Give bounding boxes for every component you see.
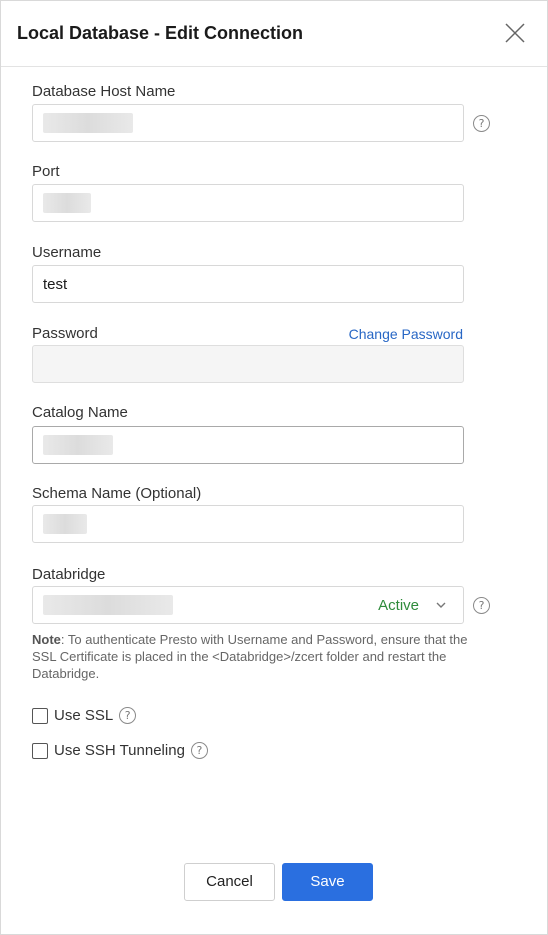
dialog-header: Local Database - Edit Connection	[1, 1, 547, 67]
databridge-help-icon[interactable]: ?	[473, 597, 490, 614]
schema-input[interactable]	[32, 505, 464, 543]
use-ssh-option: Use SSH Tunneling ?	[32, 742, 208, 759]
username-input[interactable]: test	[32, 265, 464, 303]
use-ssh-checkbox[interactable]	[32, 742, 48, 759]
presto-note: Note: To authenticate Presto with Userna…	[32, 631, 472, 682]
redacted-value	[43, 435, 113, 455]
note-prefix: Note	[32, 632, 61, 647]
username-label: Username	[32, 244, 102, 261]
username-value: test	[43, 276, 68, 293]
use-ssh-label[interactable]: Use SSH Tunneling	[54, 742, 185, 759]
redacted-value	[43, 193, 91, 213]
redacted-value	[43, 113, 133, 133]
dialog-title: Local Database - Edit Connection	[17, 23, 304, 43]
cancel-button[interactable]: Cancel	[184, 863, 275, 901]
password-input	[32, 345, 464, 383]
use-ssl-label[interactable]: Use SSL	[54, 707, 113, 724]
databridge-select[interactable]: Active	[32, 586, 464, 624]
ssl-help-icon[interactable]: ?	[119, 707, 137, 724]
port-label: Port	[32, 163, 60, 180]
use-ssl-option: Use SSL ?	[32, 707, 137, 724]
redacted-value	[43, 514, 87, 534]
edit-connection-dialog: Local Database - Edit Connection Databas…	[0, 0, 548, 935]
databridge-label: Databridge	[32, 566, 106, 583]
port-input[interactable]	[32, 184, 464, 222]
host-label: Database Host Name	[32, 83, 176, 100]
catalog-input[interactable]	[32, 426, 464, 464]
password-label: Password	[32, 325, 98, 342]
ssh-help-icon[interactable]: ?	[190, 742, 208, 759]
change-password-link[interactable]: Change Password	[349, 326, 463, 342]
redacted-value	[43, 595, 173, 615]
catalog-label: Catalog Name	[32, 404, 128, 421]
use-ssl-checkbox[interactable]	[32, 707, 48, 724]
schema-label: Schema Name (Optional)	[32, 485, 202, 502]
chevron-down-icon[interactable]	[435, 600, 447, 610]
databridge-status: Active	[378, 597, 419, 614]
note-text: : To authenticate Presto with Username a…	[32, 632, 468, 681]
host-help-icon[interactable]: ?	[473, 115, 490, 132]
host-input[interactable]	[32, 104, 464, 142]
save-button[interactable]: Save	[282, 863, 373, 901]
close-icon[interactable]	[503, 21, 527, 45]
